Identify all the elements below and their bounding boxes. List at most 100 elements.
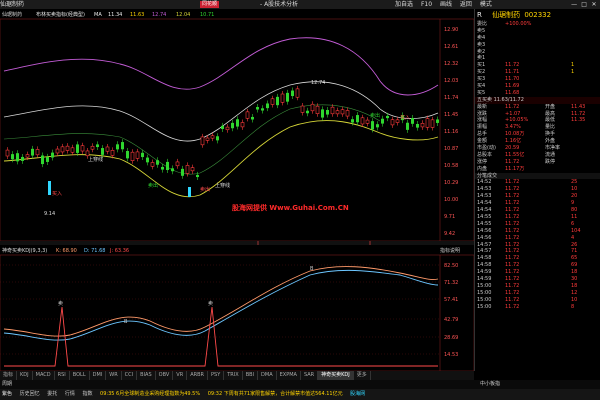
quote-row: 内盘 11.17万 [475, 166, 600, 173]
ticks-list[interactable]: 14:52 11.72 25 14:53 11.72 10 14:53 11.72 20 14:5… [475, 179, 600, 310]
menu-draw[interactable]: 画线 [440, 1, 452, 8]
order-book-row[interactable]: 委比 +100.00% [475, 21, 600, 28]
menu-mode[interactable]: 模式 [480, 1, 492, 8]
order-book-row[interactable]: 买2 11.71 1 [475, 69, 600, 76]
candle-body [135, 151, 140, 159]
chart-area[interactable]: 仙琚制药 布林买卖指标(经典型) MA 11.34 11.63 12.74 12… [0, 9, 474, 371]
maximize-icon[interactable]: □ [580, 0, 588, 9]
tab-indicator[interactable]: MACD [33, 371, 55, 380]
news-ticker[interactable]: 09:35 6月全球制造业采购经理指数为49.5% [100, 391, 200, 397]
menu-add-favorite[interactable]: 加自选 [395, 1, 413, 8]
kdj-j-line [4, 306, 438, 367]
tick-volume: 18 [571, 269, 578, 276]
close-icon[interactable]: ✕ [590, 0, 598, 9]
tick-volume: 6 [571, 220, 575, 227]
annotation-high: 12.74 [311, 80, 325, 86]
tick-row: 14:54 11.72 9 [475, 200, 600, 207]
tab-indicator[interactable]: SAR [301, 371, 319, 380]
candle-body [416, 123, 419, 128]
tab-indicator[interactable]: EXPMA [277, 371, 301, 380]
quote-value: +1.07 [505, 110, 521, 117]
indicator-title[interactable]: 神奇买卖KDJ(9,3,3) [2, 247, 47, 254]
menu-f10[interactable]: F10 [421, 1, 432, 8]
index-label[interactable]: 中小板指 [480, 380, 500, 389]
tab-indicator[interactable]: KDJ [17, 371, 33, 380]
tab-indicator[interactable]: TRIX [224, 371, 243, 380]
price-axis-label: 11.74 [444, 95, 458, 101]
status-item[interactable]: 委托 [47, 391, 57, 397]
order-book-label: 卖3 [477, 41, 486, 48]
menu-back[interactable]: 返回 [460, 1, 472, 8]
candle-body [96, 144, 99, 148]
quote-value: 11.55亿 [505, 151, 525, 158]
order-book-row[interactable]: 买5 11.68 [475, 90, 600, 97]
status-item[interactable]: 行情 [65, 391, 75, 397]
tick-price: 11.72 [505, 275, 520, 282]
candle-body [190, 167, 195, 172]
tab-indicator[interactable]: 指标 [0, 371, 18, 380]
tab-indicator[interactable]: ARBR [187, 371, 208, 380]
indicator-j: J: 63.36 [109, 248, 129, 254]
order-book-row[interactable]: 买1 11.72 1 [475, 62, 600, 69]
quote-row: 涨幅 +10.05% 最低 11.35 [475, 117, 600, 124]
tick-time: 15:00 [477, 303, 492, 310]
level-label: 14.53 [444, 352, 458, 358]
tab-indicator[interactable]: BIAS [137, 371, 156, 380]
tab-indicator[interactable]: CCI [122, 371, 138, 380]
order-book-row[interactable]: 买3 11.70 [475, 76, 600, 83]
candle-body [126, 151, 129, 159]
status-item[interactable]: 指数 [82, 391, 92, 397]
title-bar: 仙琚制药 同花顺 - A股技术分析 加自选 F10 画线 返回 模式 — □ ✕ [0, 0, 600, 9]
order-book-row[interactable]: 卖3 [475, 42, 600, 49]
order-book-row[interactable]: 卖2 [475, 49, 600, 56]
tab-indicator[interactable]: 更多 [354, 371, 371, 380]
candle-body [345, 110, 350, 117]
order-book-row[interactable]: 卖1 [475, 55, 600, 62]
indicator-marker: 卖 [208, 301, 213, 307]
order-book-volume: 1 [571, 62, 575, 69]
candle-body [85, 150, 90, 157]
quote-value: 11.72 [571, 110, 586, 117]
status-item[interactable]: 历史回忆 [20, 391, 40, 397]
tick-time: 14:54 [477, 207, 492, 214]
order-book-row[interactable]: 买4 11.69 [475, 83, 600, 90]
ticks-title-row: 分笔成交 [475, 172, 600, 180]
tab-indicator[interactable]: DMI [90, 371, 107, 380]
indicator-marker: B [310, 266, 314, 272]
candle-body [315, 105, 320, 114]
quote-value: 20.59 [505, 145, 520, 152]
tab-indicator[interactable]: WR [106, 371, 122, 380]
tick-time: 14:53 [477, 186, 492, 193]
indicator-help[interactable]: 指标说明 [440, 247, 460, 254]
price-axis-label: 10.58 [444, 163, 458, 169]
tab-indicator[interactable]: 神奇买卖KDJ [318, 371, 354, 380]
header-item: 11.63 [130, 12, 144, 18]
tick-row: 14:56 11.72 104 [475, 228, 600, 235]
candle-body [420, 123, 425, 128]
period-label[interactable]: 周期 [2, 381, 12, 387]
tab-indicator[interactable]: BOLL [70, 371, 90, 380]
status-item[interactable]: 紫色 [2, 391, 12, 397]
tab-indicator[interactable]: RSI [55, 371, 70, 380]
quote-value: 1.16亿 [505, 138, 522, 145]
news-ticker[interactable]: 09:32 下周有共71家限售解禁，合计解禁市值达564.11亿元 [208, 391, 343, 397]
order-book-row[interactable]: 卖4 [475, 35, 600, 42]
tab-indicator[interactable]: BBI [243, 371, 259, 380]
tab-indicator[interactable]: DMA [258, 371, 277, 380]
candle-body [121, 142, 124, 150]
tick-time: 14:59 [477, 275, 492, 282]
tick-row: 14:53 11.72 10 [475, 186, 600, 193]
tick-row: 14:55 11.72 11 [475, 214, 600, 221]
tab-indicator[interactable]: VR [173, 371, 188, 380]
candle-body [5, 149, 10, 157]
candle-body [395, 119, 400, 123]
tick-time: 14:57 [477, 241, 492, 248]
price-axis-label: 12.90 [444, 27, 458, 33]
tick-volume: 69 [571, 262, 578, 269]
candle-body [376, 124, 379, 128]
minimize-icon[interactable]: — [570, 0, 578, 9]
tab-indicator[interactable]: PSY [208, 371, 225, 380]
order-book-row[interactable]: 卖5 [475, 28, 600, 35]
tab-indicator[interactable]: OBV [156, 371, 174, 380]
candle-body [205, 137, 210, 141]
